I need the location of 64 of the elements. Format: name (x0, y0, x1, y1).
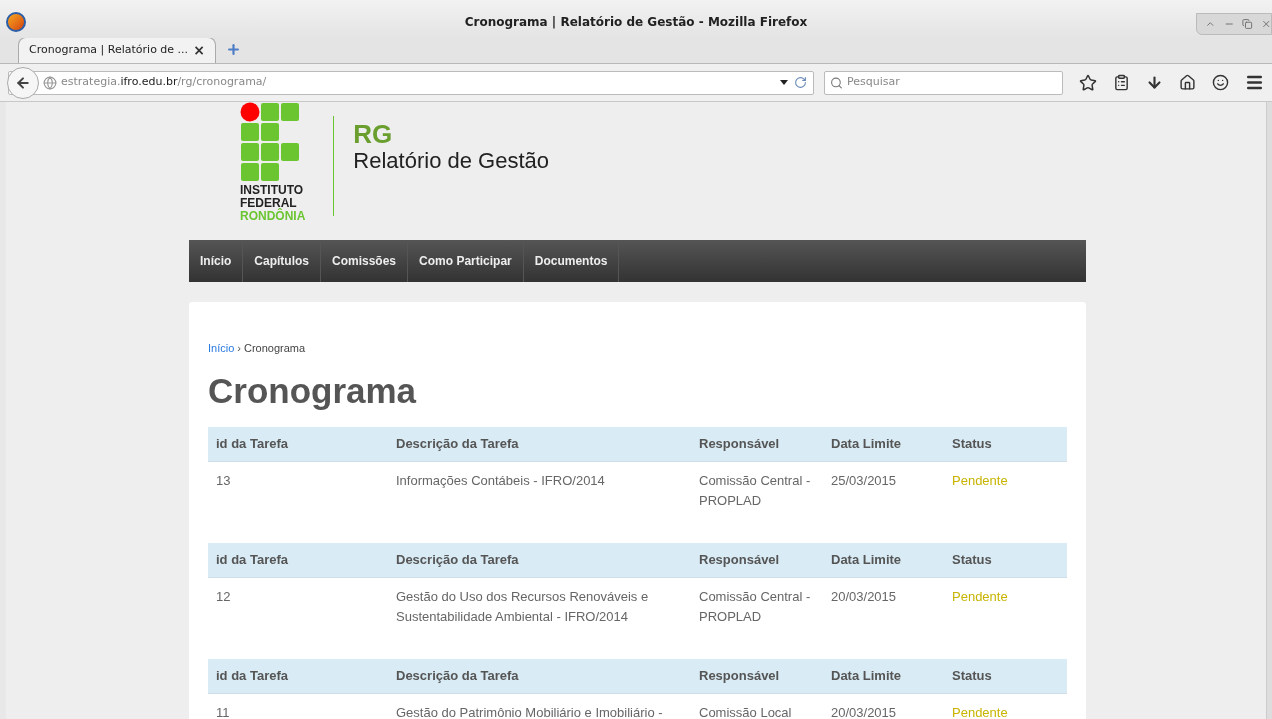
tab-title: Cronograma | Relatório de ... (29, 42, 189, 59)
bookmark-star-icon[interactable] (1079, 73, 1097, 92)
reload-icon[interactable] (794, 76, 808, 89)
download-icon[interactable] (1146, 74, 1163, 91)
breadcrumb-link[interactable]: Início (208, 340, 235, 357)
home-icon[interactable] (1179, 74, 1196, 91)
column-header: Responsável (698, 666, 781, 685)
table-cell-text: 25/03/2015 (830, 471, 898, 490)
table-cell-text: Gestão do Patrimônio Mobiliário e Imobiliário - (395, 703, 664, 719)
nav-link[interactable]: Documentos (523, 240, 620, 282)
table-cell-text: Comissão Local (698, 703, 793, 719)
table-cell-text: 12 (215, 587, 232, 606)
nav-link[interactable]: Comissões (321, 240, 409, 282)
table-cell-text: Comissão Central - PROPLAD (698, 587, 812, 626)
site-acronym: RG (353, 120, 394, 148)
column-header: Responsável (698, 434, 781, 453)
column-header: Status (951, 550, 993, 569)
breadcrumb-separator: › (237, 341, 241, 356)
search-input[interactable]: Pesquisar (847, 74, 1057, 91)
column-header: Status (951, 666, 993, 685)
globe-icon (43, 75, 57, 90)
browser-tab[interactable]: Cronograma | Relatório de ... × (18, 37, 216, 63)
table-cell-text: Informações Contábeis - IFRO/2014 (395, 471, 606, 490)
search-icon (830, 75, 844, 90)
dropdown-icon[interactable] (780, 80, 789, 85)
page-heading: Cronograma (208, 369, 418, 412)
column-header: Responsável (698, 550, 781, 569)
menu-icon[interactable] (1245, 73, 1264, 92)
url-text: estrategia.ifro.edu.br/rg/cronograma/ (61, 74, 267, 91)
status-text: Pendente (952, 588, 1008, 604)
nav-link[interactable]: Início (189, 240, 244, 282)
search-field[interactable]: Pesquisar (824, 70, 1063, 95)
column-header: Descrição da Tarefa (395, 550, 520, 569)
column-header: id da Tarefa (215, 666, 289, 685)
column-header: Data Limite (830, 434, 903, 453)
column-header: Data Limite (830, 550, 903, 569)
new-tab-icon[interactable] (226, 42, 241, 57)
back-button[interactable] (7, 66, 39, 99)
window-title: Cronograma | Relatório de Gestão - Mozilla Firefox (464, 14, 808, 31)
logo-text: INSTITUTO FEDERAL (240, 184, 304, 210)
clipboard-icon[interactable] (1113, 74, 1130, 91)
restore-icon[interactable] (1242, 18, 1253, 30)
site-name: Relatório de Gestão (353, 148, 549, 174)
status-text: Pendente (952, 472, 1008, 488)
column-header: id da Tarefa (215, 434, 289, 453)
nav-link[interactable]: Capítulos (243, 240, 321, 282)
logo-squares-icon (240, 102, 300, 182)
status-text: Pendente (952, 704, 1008, 719)
table-cell-text: 11 (215, 703, 231, 719)
logo-region-text: RONDÔNIA (240, 210, 306, 223)
column-header: Descrição da Tarefa (395, 434, 520, 453)
column-header: id da Tarefa (215, 550, 289, 569)
column-header: Descrição da Tarefa (395, 666, 520, 685)
table-cell-text: 13 (215, 471, 232, 490)
column-header: Data Limite (830, 666, 903, 685)
column-header: Status (951, 434, 993, 453)
table-cell-text: 20/03/2015 (830, 587, 898, 606)
table-cell-text: Gestão do Uso dos Recursos Renováveis e Sustentabilidade Ambiental - IFRO/2014 (395, 587, 650, 626)
table-cell-text: 20/03/2015 (830, 703, 898, 719)
nav-link[interactable]: Como Participar (408, 240, 524, 282)
table-cell-text: Comissão Central - PROPLAD (698, 471, 812, 510)
breadcrumb-current: Cronograma (243, 341, 306, 356)
chat-smiley-icon[interactable] (1212, 74, 1229, 91)
tab-close-button[interactable]: × (193, 40, 205, 61)
